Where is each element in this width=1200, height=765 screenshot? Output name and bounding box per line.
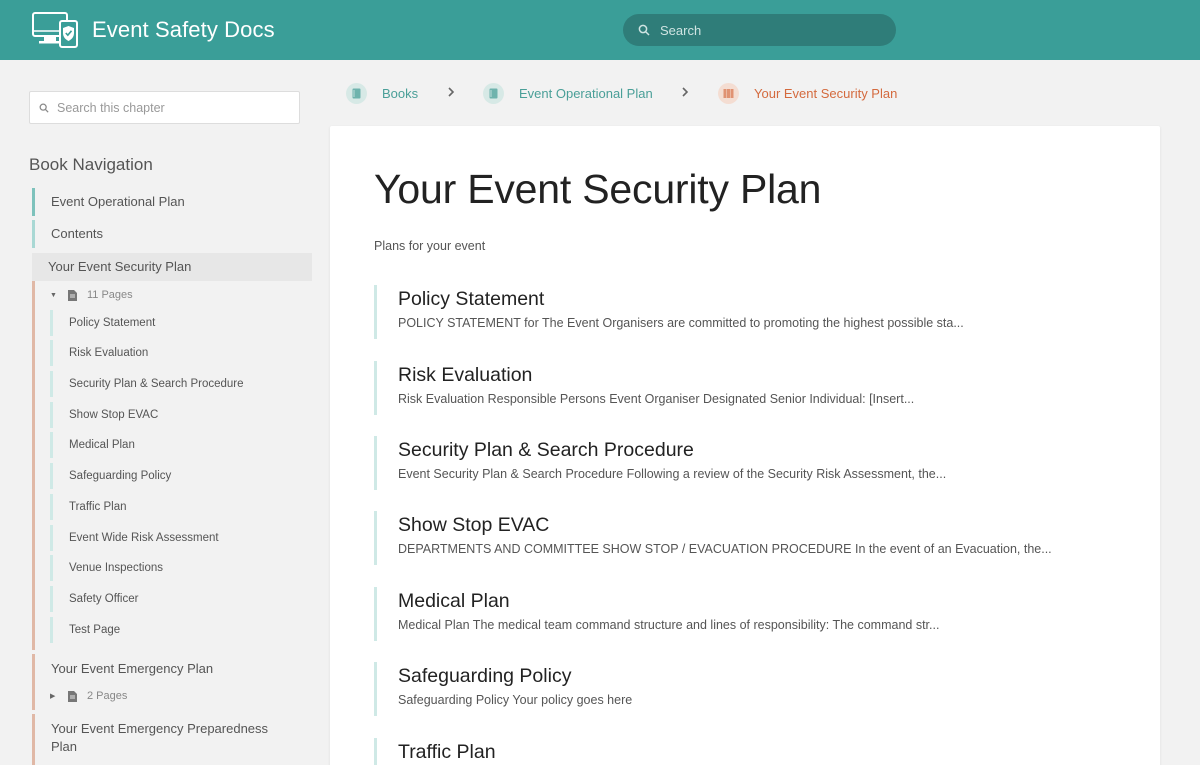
sidebar-page-item[interactable]: Safety Officer: [50, 586, 310, 612]
entry-title[interactable]: Safeguarding Policy: [398, 662, 1094, 691]
sidebar-page-item[interactable]: Security Plan & Search Procedure: [50, 371, 310, 397]
sidebar-page-item[interactable]: Risk Evaluation: [50, 340, 310, 366]
entry-excerpt: POLICY STATEMENT for The Event Organiser…: [398, 316, 964, 330]
entry-medical-plan[interactable]: Medical Plan Medical Plan The medical te…: [374, 587, 1094, 641]
sidebar-page-item[interactable]: Venue Inspections: [50, 555, 310, 581]
sidebar-item-label: Your Event Emergency Plan: [51, 661, 214, 676]
chevron-right-icon: [682, 87, 689, 97]
pages-count: 2 Pages: [87, 690, 128, 702]
entry-title[interactable]: Risk Evaluation: [398, 361, 1094, 390]
entry-safeguarding-policy[interactable]: Safeguarding Policy Safeguarding Policy …: [374, 662, 1094, 716]
entry-title[interactable]: Show Stop EVAC: [398, 511, 1094, 540]
breadcrumb-books[interactable]: Books: [346, 83, 418, 104]
breadcrumb-label: Event Operational Plan: [519, 86, 653, 101]
entry-security-plan-search-procedure[interactable]: Security Plan & Search Procedure Event S…: [374, 436, 1094, 490]
entry-title[interactable]: Policy Statement: [398, 285, 1094, 314]
book-icon: [346, 83, 367, 104]
pages-count: 11 Pages: [87, 289, 133, 301]
entry-risk-evaluation[interactable]: Risk Evaluation Risk Evaluation Responsi…: [374, 361, 1094, 415]
breadcrumb-event-operational-plan[interactable]: Event Operational Plan: [483, 83, 653, 104]
entry-policy-statement[interactable]: Policy Statement POLICY STATEMENT for Th…: [374, 285, 1094, 339]
sidebar-item-label: Contents: [51, 226, 104, 241]
sidebar-page-item[interactable]: Test Page: [50, 617, 310, 643]
document-icon: [68, 690, 77, 702]
chapter-search-input[interactable]: [57, 100, 277, 115]
sidebar-item-label: Your Event Emergency Preparedness Plan: [51, 721, 269, 754]
search-icon: [39, 103, 49, 113]
logo-devices-shield-icon[interactable]: [30, 11, 80, 49]
breadcrumb-label: Books: [382, 86, 419, 101]
entry-title[interactable]: Medical Plan: [398, 587, 1094, 616]
sidebar-item-label: Event Operational Plan: [51, 194, 185, 209]
entry-title[interactable]: Security Plan & Search Procedure: [398, 436, 1094, 465]
entry-excerpt: Event Security Plan & Search Procedure F…: [398, 467, 947, 481]
breadcrumb-label: Your Event Security Plan: [754, 86, 898, 101]
chapter-search[interactable]: [29, 91, 300, 124]
entry-show-stop-evac[interactable]: Show Stop EVAC DEPARTMENTS AND COMMITTEE…: [374, 511, 1094, 565]
sidebar-item-your-event-security-plan[interactable]: Your Event Security Plan: [32, 253, 312, 281]
entry-excerpt: Medical Plan The medical team command st…: [398, 618, 940, 632]
page-title: Your Event Security Plan: [374, 166, 822, 212]
chapter-accent-bar: [32, 253, 35, 650]
chevron-right-icon: [448, 87, 455, 97]
entry-excerpt: Risk Evaluation Responsible Persons Even…: [398, 392, 915, 406]
sidebar-page-item[interactable]: Show Stop EVAC: [50, 402, 310, 428]
emergency-plan-pages-toggle[interactable]: ▶ 2 Pages: [50, 690, 127, 702]
document-icon: [68, 289, 77, 301]
book-navigation-heading: Book Navigation: [29, 155, 153, 174]
global-search-input[interactable]: [660, 22, 860, 38]
sidebar-page-item[interactable]: Safeguarding Policy: [50, 463, 310, 489]
global-search[interactable]: [623, 14, 896, 46]
security-plan-pages-toggle[interactable]: ▼ 11 Pages: [50, 289, 133, 301]
entry-excerpt: DEPARTMENTS AND COMMITTEE SHOW STOP / EV…: [398, 542, 1052, 556]
top-header: Event Safety Docs: [0, 0, 1200, 60]
breadcrumb-your-event-security-plan[interactable]: Your Event Security Plan: [718, 83, 897, 104]
sidebar-page-item[interactable]: Policy Statement: [50, 310, 310, 336]
sidebar-item-label: Your Event Security Plan: [48, 259, 192, 274]
sidebar-page-item[interactable]: Medical Plan: [50, 432, 310, 458]
sidebar-item-contents[interactable]: Contents: [32, 220, 312, 248]
sidebar-item-event-operational-plan[interactable]: Event Operational Plan: [32, 188, 312, 216]
bookshelf-icon: [718, 83, 739, 104]
sidebar-page-item[interactable]: Traffic Plan: [50, 494, 310, 520]
caret-down-icon: ▼: [50, 291, 57, 299]
entry-traffic-plan[interactable]: Traffic Plan: [374, 738, 1094, 765]
sidebar-item-your-event-emergency-preparedness-plan[interactable]: Your Event Emergency Preparedness Plan: [32, 714, 312, 765]
sidebar-page-item[interactable]: Event Wide Risk Assessment: [50, 525, 310, 551]
entry-title[interactable]: Traffic Plan: [398, 738, 1094, 765]
book-icon: [483, 83, 504, 104]
entry-excerpt: Safeguarding Policy Your policy goes her…: [398, 693, 633, 707]
page-description: Plans for your event: [374, 239, 486, 253]
search-icon: [638, 24, 650, 36]
app-title[interactable]: Event Safety Docs: [92, 17, 275, 43]
caret-right-icon: ▶: [50, 693, 56, 700]
